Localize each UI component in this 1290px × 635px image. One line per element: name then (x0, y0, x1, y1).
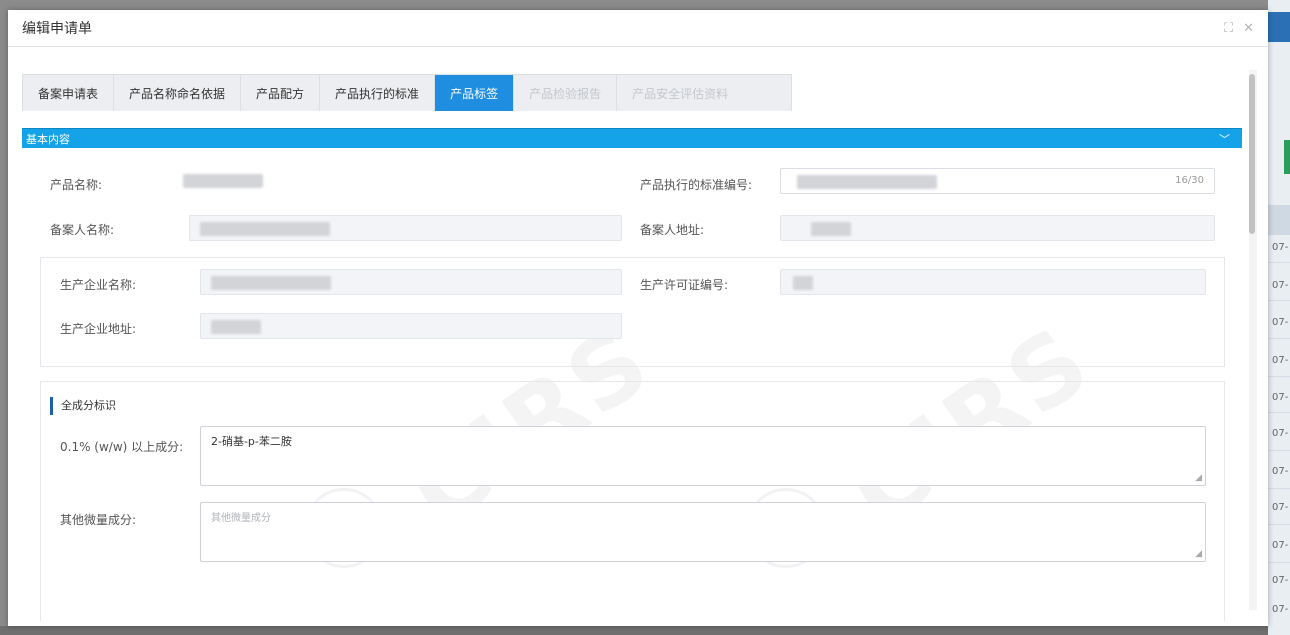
background-list: 07- 07- 07- 07- 07- 07- 07- 07- 07- 07- … (1268, 0, 1290, 635)
above-threshold-textarea[interactable]: 2-硝基-p-苯二胺 ◢ (200, 426, 1206, 486)
background-cell: 07- (1272, 540, 1289, 551)
product-name-label: 产品名称: (50, 178, 103, 192)
background-cell: 07- (1272, 428, 1289, 439)
filer-address-field[interactable] (780, 215, 1215, 241)
resize-handle-icon[interactable]: ◢ (1195, 473, 1202, 483)
tab-test-report: 产品检验报告 (514, 75, 618, 111)
background-button (1284, 140, 1290, 174)
background-cell: 07- (1272, 392, 1289, 403)
tab-naming-basis[interactable]: 产品名称命名依据 (114, 75, 242, 111)
resize-handle-icon[interactable]: ◢ (1195, 549, 1202, 559)
background-cell: 07- (1272, 502, 1289, 513)
maximize-icon[interactable]: ⛶ (1224, 21, 1233, 36)
filer-name-label: 备案人名称: (50, 223, 115, 237)
manufacturer-address-label: 生产企业地址: (60, 322, 137, 336)
tab-safety-assessment: 产品安全评估资料 (632, 86, 729, 101)
standard-no-label: 产品执行的标准编号: (640, 178, 753, 192)
manufacturer-name-field[interactable] (200, 269, 622, 295)
chevron-down-icon[interactable]: ﹀ (1219, 131, 1230, 147)
section-title: 基本内容 (26, 132, 70, 146)
manufacturer-address-field[interactable] (200, 313, 622, 339)
standard-no-input[interactable]: 16/30 (780, 168, 1215, 194)
above-threshold-label: 0.1% (w/w) 以上成分: (60, 440, 184, 454)
char-count: 16/30 (1175, 175, 1204, 186)
tab-standard[interactable]: 产品执行的标准 (320, 75, 436, 111)
background-cell: 07- (1272, 280, 1289, 291)
filer-address-label: 备案人地址: (640, 223, 705, 237)
product-name-value (183, 174, 263, 188)
modal-header: 编辑申请单 ⛶ ✕ (8, 10, 1268, 47)
section-basic-content[interactable]: 基本内容 ﹀ (22, 128, 1242, 148)
tab-bar: 备案申请表 产品名称命名依据 产品配方 产品执行的标准 产品标签 产品检验报告 … (22, 74, 792, 111)
tab-label[interactable]: 产品标签 (435, 75, 515, 111)
above-threshold-value: 2-硝基-p-苯二胺 (211, 435, 292, 448)
license-no-label: 生产许可证编号: (640, 278, 729, 292)
ingredients-group (40, 381, 1225, 621)
trace-ingredients-textarea[interactable]: 其他微量成分 ◢ (200, 502, 1206, 562)
filer-name-field[interactable] (189, 215, 622, 241)
license-no-field[interactable] (780, 269, 1206, 295)
background-cell: 07- (1272, 242, 1289, 253)
scrollbar-thumb[interactable] (1249, 74, 1255, 234)
background-footer (0, 626, 1268, 635)
background-table-header (1268, 205, 1290, 235)
background-cell: 07- (1272, 604, 1289, 615)
background-header-bar (1268, 12, 1290, 42)
background-cell: 07- (1272, 317, 1289, 328)
trace-ingredients-placeholder: 其他微量成分 (211, 513, 271, 524)
background-cell: 07- (1272, 355, 1289, 366)
background-cell: 07- (1272, 575, 1289, 586)
edit-application-modal: 编辑申请单 ⛶ ✕ CIRS CIRS 备案申请表 产品名称命名依据 产品配方 … (8, 10, 1268, 626)
modal-title: 编辑申请单 (22, 21, 92, 37)
tab-formula[interactable]: 产品配方 (241, 75, 321, 111)
close-icon[interactable]: ✕ (1243, 21, 1254, 36)
background-cell: 07- (1272, 466, 1289, 477)
manufacturer-name-label: 生产企业名称: (60, 278, 137, 292)
tab-filing-form[interactable]: 备案申请表 (23, 75, 115, 111)
ingredients-title: 全成分标识 (50, 397, 116, 415)
trace-ingredients-label: 其他微量成分: (60, 513, 137, 527)
